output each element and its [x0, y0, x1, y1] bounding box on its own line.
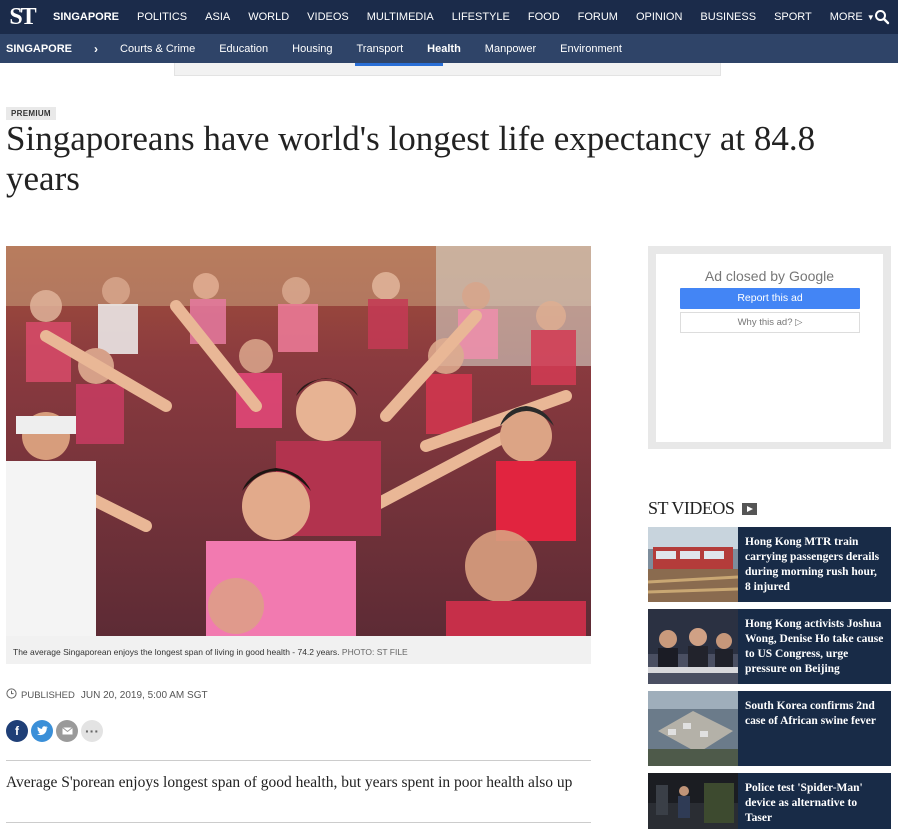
section-navigation: SINGAPORE › Courts & Crime Education Hou… [0, 34, 898, 63]
st-logo[interactable]: ST [0, 0, 44, 34]
top-ad-strip [174, 63, 721, 76]
email-icon[interactable] [56, 720, 78, 742]
nav-food[interactable]: FOOD [519, 0, 569, 34]
report-ad-button[interactable]: Report this ad [680, 288, 860, 309]
video-card[interactable]: South Korea confirms 2nd case of African… [648, 691, 891, 766]
subnav-housing[interactable]: Housing [280, 43, 344, 55]
published-line: PUBLISHED JUN 20, 2019, 5:00 AM SGT [6, 688, 208, 702]
nav-videos[interactable]: VIDEOS [298, 0, 358, 34]
nav-lifestyle[interactable]: LIFESTYLE [443, 0, 519, 34]
nav-multimedia[interactable]: MULTIMEDIA [358, 0, 443, 34]
ad-container: Ad closed by Google Report this ad Why t… [648, 246, 891, 449]
top-navigation: ST SINGAPORE POLITICS ASIA WORLD VIDEOS … [0, 0, 898, 34]
video-thumbnail [648, 773, 738, 829]
video-title: Hong Kong activists Joshua Wong, Denise … [745, 618, 884, 675]
video-card[interactable]: Hong Kong MTR train carrying passengers … [648, 527, 891, 602]
nav-world[interactable]: WORLD [239, 0, 298, 34]
nav-singapore[interactable]: SINGAPORE [44, 0, 128, 34]
twitter-icon[interactable] [31, 720, 53, 742]
subnav-courts-crime[interactable]: Courts & Crime [108, 43, 207, 55]
video-thumbnail [648, 527, 738, 602]
facebook-icon[interactable]: f [6, 720, 28, 742]
subnav-transport[interactable]: Transport [345, 43, 416, 55]
video-title: South Korea confirms 2nd case of African… [745, 700, 876, 727]
ad-closed-text: Ad closed by Google [704, 268, 835, 284]
st-videos-title[interactable]: ST VIDEOS [648, 498, 735, 519]
nav-opinion[interactable]: OPINION [627, 0, 691, 34]
nav-more-label: MORE [829, 11, 863, 23]
subnav-manpower[interactable]: Manpower [473, 43, 548, 55]
ad-strip-bar [355, 63, 443, 66]
published-date: JUN 20, 2019, 5:00 AM SGT [80, 689, 208, 701]
nav-asia[interactable]: ASIA [196, 0, 239, 34]
clock-icon [6, 688, 17, 702]
video-thumbnail [648, 691, 738, 766]
ad-closed-panel: Ad closed by Google Report this ad Why t… [656, 254, 883, 442]
divider [6, 822, 591, 823]
photo-credit: PHOTO: ST FILE [341, 647, 408, 657]
search-icon[interactable] [874, 9, 890, 25]
article-headline: Singaporeans have world's longest life e… [6, 119, 816, 198]
caption-text: The average Singaporean enjoys the longe… [13, 647, 340, 657]
divider [6, 760, 591, 761]
video-title: Police test 'Spider-Man' device as alter… [745, 782, 863, 824]
play-icon[interactable] [742, 502, 758, 515]
video-thumbnail [648, 609, 738, 684]
subnav-environment[interactable]: Environment [548, 43, 634, 55]
nav-politics[interactable]: POLITICS [128, 0, 196, 34]
article-photo [6, 246, 591, 636]
photo-caption: The average Singaporean enjoys the longe… [6, 636, 591, 664]
video-card[interactable]: Hong Kong activists Joshua Wong, Denise … [648, 609, 891, 684]
nav-business[interactable]: BUSINESS [691, 0, 765, 34]
published-label: PUBLISHED [21, 689, 75, 701]
video-title: Hong Kong MTR train carrying passengers … [745, 536, 880, 593]
video-card[interactable]: Police test 'Spider-Man' device as alter… [648, 773, 891, 829]
chevron-right-icon: › [94, 41, 99, 56]
more-icon[interactable]: ··· [81, 720, 103, 742]
nav-sport[interactable]: SPORT [765, 0, 821, 34]
nav-forum[interactable]: FORUM [569, 0, 627, 34]
why-this-ad-button[interactable]: Why this ad? ▷ [680, 312, 860, 333]
st-videos-header: ST VIDEOS [648, 498, 758, 519]
article-standfirst: Average S'porean enjoys longest span of … [6, 774, 573, 791]
share-bar: f ··· [6, 720, 103, 742]
subnav-health[interactable]: Health [415, 43, 473, 55]
section-label[interactable]: SINGAPORE [0, 43, 80, 55]
subnav-education[interactable]: Education [207, 43, 280, 55]
